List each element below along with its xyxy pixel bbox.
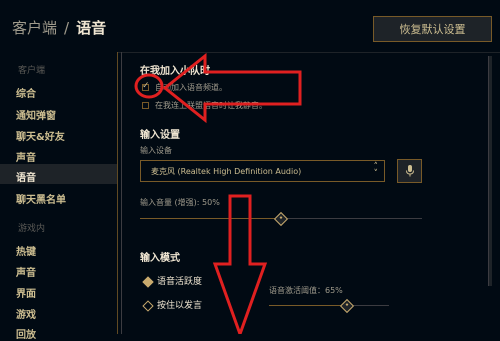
push-to-talk-radio[interactable]: [142, 300, 154, 312]
voice-activity-radio[interactable]: [142, 276, 154, 288]
sidebar-item-hotkeys[interactable]: 热键: [16, 243, 36, 258]
voice-activity-label[interactable]: 语音活跃度: [157, 274, 202, 287]
activation-threshold-label: 语音激活阈值：65%: [269, 286, 343, 295]
settings-content: 在我加入小队时 自动加入语音频道。 在我连上联盟语音时让我静音。 输入设置 输入…: [122, 52, 500, 334]
settings-sidebar: 客户端 综合 通知弹窗 聊天&好友 声音 语音 聊天黑名单 游戏内 热键 声音 …: [0, 52, 117, 341]
chevron-updown-icon: ˄ ˅: [373, 162, 379, 179]
sidebar-item-interface[interactable]: 界面: [16, 285, 36, 300]
sidebar-divider: [117, 52, 118, 334]
input-device-select[interactable]: 麦克风 (Realtek High Definition Audio) ˄ ˅: [140, 160, 385, 182]
input-device-value: 麦克风 (Realtek High Definition Audio): [151, 167, 302, 176]
auto-join-checkbox[interactable]: [142, 81, 150, 91]
sidebar-item-general[interactable]: 综合: [16, 85, 36, 100]
push-to-talk-label[interactable]: 按住以发言: [157, 298, 202, 311]
mute-on-join-checkbox[interactable]: [142, 102, 149, 109]
breadcrumb-root[interactable]: 客户端: [12, 19, 57, 37]
microphone-icon: [405, 162, 415, 181]
activation-threshold-slider-thumb[interactable]: [339, 298, 355, 314]
sidebar-item-chat-friends[interactable]: 聊天&好友: [16, 128, 65, 143]
join-party-title: 在我加入小队时: [140, 66, 210, 77]
input-mode-title: 输入模式: [140, 253, 180, 264]
settings-scrollbar[interactable]: [488, 56, 492, 286]
sidebar-item-game[interactable]: 游戏: [16, 306, 36, 321]
sidebar-item-sound[interactable]: 声音: [16, 149, 36, 164]
sidebar-item-notifications[interactable]: 通知弹窗: [16, 107, 56, 122]
sidebar-category-client: 客户端: [18, 66, 46, 76]
settings-header: 客户端 / 语音 恢复默认设置: [0, 0, 500, 53]
breadcrumb-separator: /: [64, 19, 70, 37]
activation-threshold-fill: [269, 305, 347, 306]
auto-join-label[interactable]: 自动加入语音频道。: [155, 82, 227, 93]
sidebar-item-chat-blocklist[interactable]: 聊天黑名单: [16, 191, 66, 206]
breadcrumb: 客户端 / 语音: [12, 17, 106, 38]
sidebar-category-ingame: 游戏内: [18, 224, 46, 234]
restore-defaults-button[interactable]: 恢复默认设置: [373, 16, 492, 42]
sidebar-item-ingame-sound[interactable]: 声音: [16, 264, 36, 279]
page-title: 语音: [76, 19, 107, 37]
input-volume-label: 输入音量 (增强): 50%: [140, 198, 220, 207]
input-device-label: 输入设备: [140, 146, 172, 155]
input-volume-fill: [140, 218, 281, 219]
input-volume-slider-thumb[interactable]: [273, 211, 289, 227]
input-settings-title: 输入设置: [140, 130, 180, 141]
mute-on-join-label[interactable]: 在我连上联盟语音时让我静音。: [155, 100, 267, 111]
microphone-test-button[interactable]: [397, 159, 422, 183]
sidebar-item-voice[interactable]: 语音: [16, 169, 36, 184]
